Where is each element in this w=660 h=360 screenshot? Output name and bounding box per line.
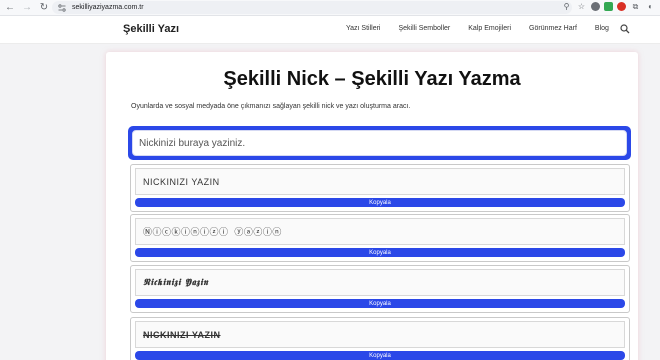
url-text: sekilliyaziyazma.com.tr (72, 4, 144, 11)
browser-toolbar: ← → ↻ sekilliyaziyazma.com.tr ⚲ ☆ ⧉ ◐ (0, 0, 660, 16)
page-title: Şekilli Nick – Şekilli Yazı Yazma (223, 68, 521, 90)
copy-button[interactable]: Kopyala (135, 248, 625, 257)
result-text[interactable]: 𝕹𝖎𝖈𝖐𝖎𝖓𝖎𝖟𝖎 𝖄𝖆𝖟𝖎𝖓 (135, 269, 625, 296)
result-text[interactable]: NICKINIZI YAZIN (135, 168, 625, 195)
extension-red-icon[interactable] (617, 2, 626, 11)
site-info-icon[interactable] (58, 3, 66, 12)
result-text[interactable]: NICKINIZI YAZIN (135, 321, 625, 348)
nick-input[interactable] (132, 130, 627, 156)
menu-item-gorunmez-harf[interactable]: Görünmez Harf (529, 25, 577, 32)
forward-icon[interactable]: → (20, 1, 34, 15)
site-header: Şekilli Yazı Yazı Stilleri Şekilli Sembo… (0, 16, 660, 44)
result-item: NICKINIZI YAZIN Kopyala (130, 164, 630, 212)
menu-item-sekilli-semboller[interactable]: Şekilli Semboller (399, 25, 451, 32)
address-bar[interactable]: sekilliyaziyazma.com.tr (52, 1, 572, 14)
reload-icon[interactable]: ↻ (37, 1, 51, 15)
extensions-puzzle-icon[interactable]: ⧉ (630, 1, 641, 12)
copy-button[interactable]: Kopyala (135, 351, 625, 360)
menu-item-yazi-stilleri[interactable]: Yazı Stilleri (346, 25, 381, 32)
result-item: 𝕹𝖎𝖈𝖐𝖎𝖓𝖎𝖟𝖎 𝖄𝖆𝖟𝖎𝖓 Kopyala (130, 265, 630, 313)
generator-card: Şekilli Nick – Şekilli Yazı Yazma Oyunla… (106, 52, 638, 360)
profile-icon[interactable]: ◐ (645, 1, 656, 12)
menu-item-blog[interactable]: Blog (595, 25, 609, 32)
result-item: Ⓝⓘⓒⓚⓘⓝⓘⓩⓘ ⓨⓐⓩⓘⓝ Kopyala (130, 214, 630, 262)
back-icon[interactable]: ← (3, 1, 17, 15)
search-icon[interactable] (620, 24, 630, 34)
copy-button[interactable]: Kopyala (135, 299, 625, 308)
main-menu: Yazı Stilleri Şekilli Semboller Kalp Emo… (346, 25, 609, 32)
menu-item-kalp-emojileri[interactable]: Kalp Emojileri (468, 25, 511, 32)
result-text[interactable]: Ⓝⓘⓒⓚⓘⓝⓘⓩⓘ ⓨⓐⓩⓘⓝ (135, 218, 625, 245)
page-description: Oyunlarda ve sosyal medyada öne çıkmanız… (131, 103, 411, 110)
nick-input-wrapper (128, 126, 631, 160)
copy-button[interactable]: Kopyala (135, 198, 625, 207)
site-logo[interactable]: Şekilli Yazı (123, 23, 179, 35)
zoom-icon[interactable]: ⚲ (561, 1, 572, 12)
extension-shield-icon[interactable] (604, 2, 613, 11)
extension-icon[interactable] (591, 2, 600, 11)
bookmark-star-icon[interactable]: ☆ (576, 1, 587, 12)
result-item: NICKINIZI YAZIN Kopyala (130, 317, 630, 360)
